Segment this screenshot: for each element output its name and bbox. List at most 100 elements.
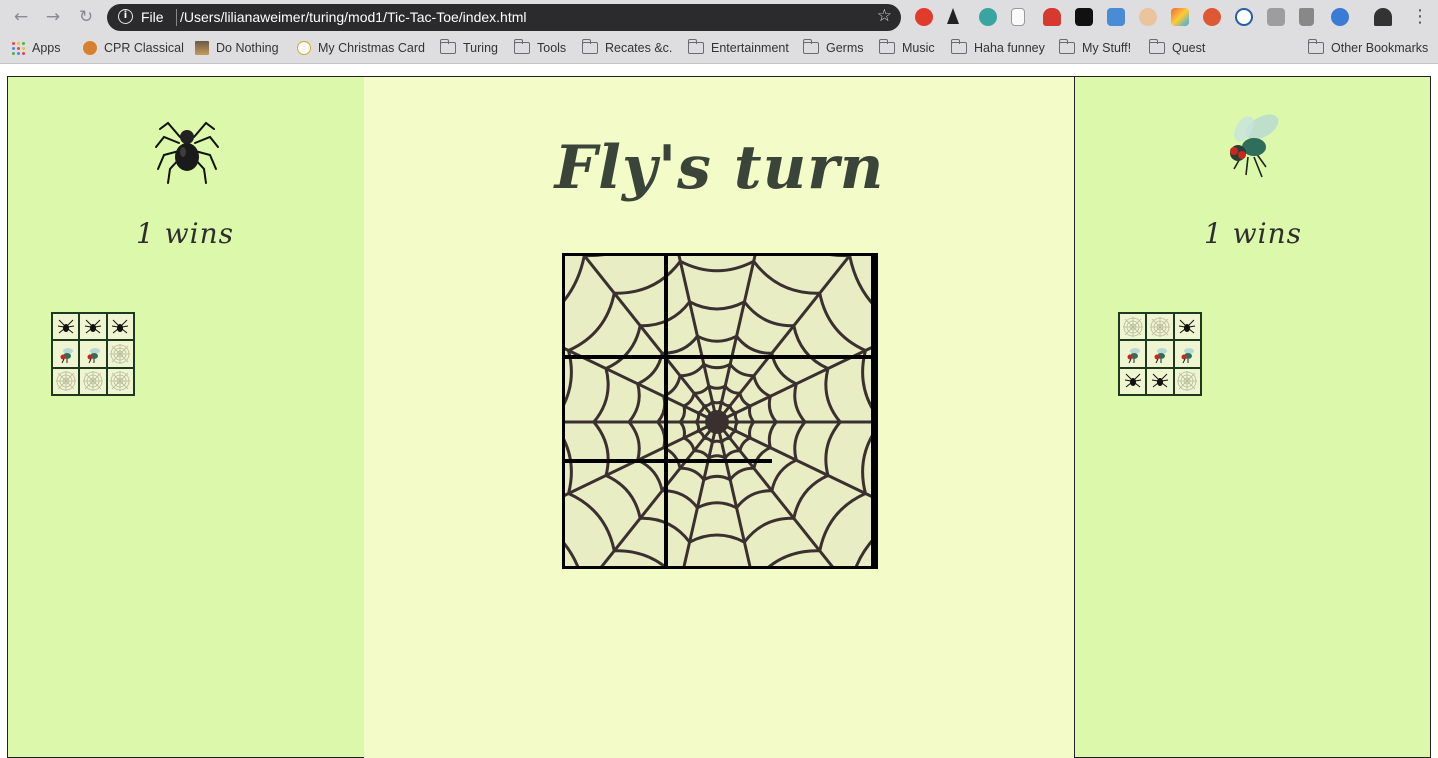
mini-cell-spider <box>1120 368 1146 394</box>
mini-cell-web <box>1120 314 1146 340</box>
fly-icon <box>1230 114 1279 178</box>
folder-icon <box>581 39 598 54</box>
bookmark-folder-music[interactable]: Music <box>878 39 935 55</box>
fly-icon <box>87 347 100 364</box>
info-icon[interactable]: i <box>118 9 133 24</box>
board-cell-3[interactable] <box>771 256 875 360</box>
fly-player-panel: 1 wins <box>1074 76 1431 758</box>
url-text[interactable]: /Users/lilianaweimer/turing/mod1/Tic-Tac… <box>180 9 527 25</box>
url-separator <box>176 9 177 26</box>
tic-tac-toe-board <box>562 253 878 569</box>
mini-cell-spider <box>80 314 106 340</box>
flask-extension-icon[interactable] <box>947 8 959 24</box>
bookmark-folder-my-stuff[interactable]: My Stuff! <box>1058 39 1131 55</box>
bookmark-folder-tools[interactable]: Tools <box>513 39 567 55</box>
bookmark-folder-other[interactable]: Other Bookmarks <box>1307 39 1428 55</box>
back-button[interactable]: ← <box>10 6 32 28</box>
spider-wins-count: 1 wins <box>135 217 235 250</box>
web-icon <box>1149 316 1170 337</box>
board-cell-7[interactable] <box>565 462 669 566</box>
mini-cell-fly <box>53 341 79 367</box>
mini-cell-spider <box>53 314 79 340</box>
fly-icon <box>60 347 73 364</box>
board-cell-4[interactable] <box>565 359 669 463</box>
board-cell-6[interactable] <box>772 359 875 463</box>
bookmark-label: Quest <box>1172 41 1206 55</box>
profile-avatar-icon[interactable] <box>1374 8 1392 26</box>
bookmark-label: Entertainment <box>711 41 789 55</box>
web-icon <box>82 371 103 392</box>
web-icon <box>1122 316 1143 337</box>
screen-extension-icon[interactable] <box>1107 8 1125 26</box>
board-cell-8[interactable] <box>668 463 771 566</box>
globe-extension-icon[interactable] <box>979 8 997 26</box>
folder-icon <box>802 39 819 54</box>
columns-extension-icon[interactable] <box>1075 8 1093 26</box>
mini-cell-fly <box>1120 341 1146 367</box>
bookmark-label: Apps <box>32 41 61 55</box>
spider-icon <box>112 319 129 334</box>
bookmark-folder-entertainment[interactable]: Entertainment <box>687 39 789 55</box>
turn-title: Fly's turn <box>554 133 885 203</box>
web-icon <box>55 371 76 392</box>
fly-wins-count: 1 wins <box>1203 217 1303 250</box>
mini-cell-web <box>107 368 133 394</box>
color-extension-icon[interactable] <box>1171 8 1189 26</box>
bookmark-cpr-classical[interactable]: CPR Classical <box>83 41 184 55</box>
bookmark-label: CPR Classical <box>104 41 184 55</box>
bookmark-folder-turing[interactable]: Turing <box>439 39 498 55</box>
spider-won-board <box>51 312 135 396</box>
counter-extension-icon[interactable] <box>1331 8 1349 26</box>
mini-cell-fly <box>1147 341 1173 367</box>
fly-icon <box>1127 347 1140 364</box>
fly-won-board <box>1118 312 1202 396</box>
bookmark-star-icon[interactable]: ☆ <box>877 6 892 26</box>
address-bar[interactable]: i File /Users/lilianaweimer/turing/mod1/… <box>107 4 901 31</box>
reload-button[interactable]: ↻ <box>75 6 97 28</box>
spider-icon <box>1151 373 1169 388</box>
bookmark-christmas-card[interactable]: My Christmas Card <box>297 41 425 55</box>
cpr-favicon <box>83 41 97 55</box>
folder-icon <box>687 39 704 54</box>
bookmark-label: Haha funney <box>974 41 1045 55</box>
lastpass-extension-icon[interactable] <box>1043 8 1061 26</box>
lastseen-extension-icon[interactable] <box>1267 8 1285 26</box>
bookmark-label: Recates &c. <box>605 41 673 55</box>
folder-icon <box>439 39 456 54</box>
bookmark-label: My Christmas Card <box>318 41 425 55</box>
page-extension-icon[interactable] <box>1011 8 1025 26</box>
face-extension-icon[interactable] <box>1139 8 1157 26</box>
board-cell-1[interactable] <box>565 256 669 360</box>
mini-cell-fly <box>1174 341 1200 367</box>
mini-cell-web <box>107 341 133 367</box>
do-nothing-favicon <box>195 41 209 55</box>
game-board-panel: Fly's turn <box>364 76 1075 758</box>
bookmark-folder-haha-funney[interactable]: Haha funney <box>950 39 1045 55</box>
bookmark-label: Germs <box>826 41 864 55</box>
fly-icon <box>1181 347 1195 364</box>
bookmark-folder-quest[interactable]: Quest <box>1148 39 1206 55</box>
board-cell-2[interactable] <box>668 256 772 360</box>
mini-cell-spider <box>1147 368 1173 394</box>
bookmark-folder-recates[interactable]: Recates &c. <box>581 39 673 55</box>
mini-cell-web <box>53 368 79 394</box>
bookmark-folder-germs[interactable]: Germs <box>802 39 864 55</box>
browser-menu-icon[interactable]: ⋮ <box>1411 6 1429 28</box>
web-icon <box>110 371 131 392</box>
forward-button[interactable]: → <box>42 6 64 28</box>
browser-toolbar: ← → ↻ i File /Users/lilianaweimer/turing… <box>0 0 1438 36</box>
bookmark-apps[interactable]: Apps <box>12 41 61 55</box>
adblock-extension-icon[interactable] <box>915 8 933 26</box>
board-cell-9[interactable] <box>772 462 875 566</box>
board-cell-5[interactable] <box>668 359 772 463</box>
spider-icon <box>1124 373 1141 388</box>
folder-icon <box>950 39 967 54</box>
trash-extension-icon[interactable] <box>1299 8 1314 26</box>
url-scheme: File <box>141 9 164 25</box>
bookmark-do-nothing[interactable]: Do Nothing <box>195 41 279 55</box>
onepassword-extension-icon[interactable] <box>1235 8 1253 26</box>
duckduckgo-extension-icon[interactable] <box>1203 8 1221 26</box>
mini-cell-spider <box>1174 314 1200 340</box>
folder-icon <box>1307 39 1324 54</box>
bookmark-label: Tools <box>537 41 567 55</box>
